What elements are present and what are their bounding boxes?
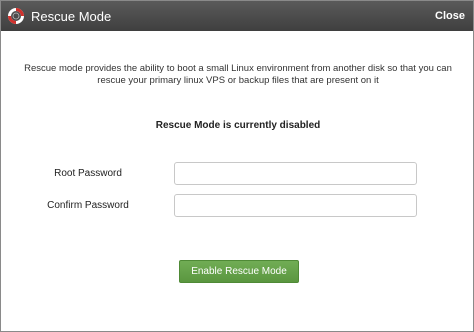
lifebuoy-icon: [8, 8, 24, 24]
root-password-label: Root Password: [54, 168, 122, 179]
enable-rescue-mode-button[interactable]: Enable Rescue Mode: [179, 260, 299, 283]
root-password-input[interactable]: [174, 162, 417, 185]
dialog-title: Rescue Mode: [31, 9, 112, 24]
confirm-password-label: Confirm Password: [47, 200, 129, 211]
dialog-titlebar: Rescue Mode Close: [1, 1, 473, 31]
rescue-mode-dialog: Rescue Mode Close Rescue mode provides t…: [0, 0, 474, 332]
rescue-status-text: Rescue Mode is currently disabled: [155, 120, 321, 131]
close-button[interactable]: Close: [435, 10, 465, 22]
rescue-description: Rescue mode provides the ability to boot…: [24, 63, 452, 86]
confirm-password-input[interactable]: [174, 194, 417, 217]
